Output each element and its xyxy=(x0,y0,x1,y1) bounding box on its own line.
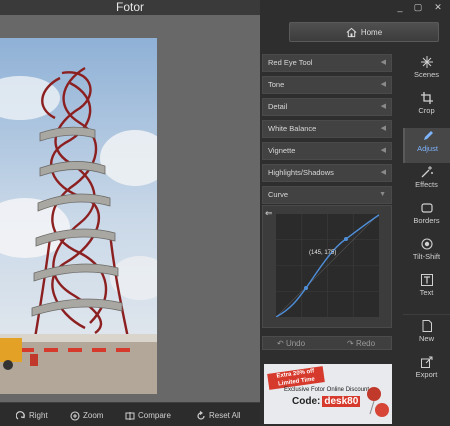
compare-button[interactable]: Compare xyxy=(125,409,171,423)
section-label: Vignette xyxy=(268,146,296,155)
new-file-icon xyxy=(422,320,432,332)
tool-rail-divider xyxy=(403,314,450,315)
tool-adjust[interactable]: Adjust xyxy=(403,128,450,163)
section-curve[interactable]: Curve ▼ xyxy=(262,186,392,204)
discount-ad-banner[interactable]: Extra 20% off Limited Time Exclusive Fot… xyxy=(264,364,392,424)
collapse-arrow-icon: ◀ xyxy=(380,59,386,66)
tool-label: Tilt-Shift xyxy=(412,252,441,261)
section-detail[interactable]: Detail ◀ xyxy=(262,98,392,116)
reset-all-button[interactable]: Reset All xyxy=(196,409,241,423)
section-tone[interactable]: Tone ◀ xyxy=(262,76,392,94)
tool-label: Export xyxy=(415,370,438,379)
redo-label: Redo xyxy=(355,339,376,348)
collapse-arrow-icon: ◀ xyxy=(380,147,386,154)
tool-label: Effects xyxy=(415,180,438,189)
ad-headline: Exclusive Fotor Online Discount xyxy=(284,387,370,393)
minimize-button[interactable]: _ xyxy=(390,0,410,15)
pushpin-icon xyxy=(367,387,389,417)
curve-reset-icon[interactable]: ⇐ xyxy=(265,208,276,218)
rotate-right-button[interactable]: Right xyxy=(16,409,48,423)
expand-arrow-icon: ▼ xyxy=(379,191,386,198)
ad-code-value: desk80 xyxy=(322,396,361,407)
close-button[interactable]: ✕ xyxy=(428,0,448,15)
curve-graph[interactable] xyxy=(276,214,379,317)
zoom-icon xyxy=(70,411,80,421)
collapse-arrow-icon: ◀ xyxy=(380,103,386,110)
redo-icon: ↷ xyxy=(347,339,356,348)
tool-label: New xyxy=(418,334,434,343)
compare-label: Compare xyxy=(138,411,171,420)
undo-icon: ↶ xyxy=(277,339,286,348)
undo-redo-bar: ↶ Undo ↷ Redo xyxy=(262,336,392,350)
rotate-right-icon xyxy=(16,411,25,420)
zoom-button[interactable]: Zoom xyxy=(70,409,103,423)
border-frame-icon xyxy=(420,203,433,213)
tool-label: Adjust xyxy=(417,144,438,153)
tool-export[interactable]: Export xyxy=(403,354,450,389)
collapse-arrow-icon: ◀ xyxy=(380,169,386,176)
curve-point[interactable] xyxy=(304,286,308,290)
tool-effects[interactable]: Effects xyxy=(403,164,450,199)
section-vignette[interactable]: Vignette ◀ xyxy=(262,142,392,160)
photo-image[interactable] xyxy=(0,38,157,394)
section-white-balance[interactable]: White Balance ◀ xyxy=(262,120,392,138)
ad-code-label: Code: xyxy=(292,396,321,407)
tool-crop[interactable]: Crop xyxy=(403,90,450,125)
sparkle-icon xyxy=(420,56,433,68)
undo-button[interactable]: ↶ Undo xyxy=(277,337,305,350)
bottom-toolbar: Right Zoom Compare Reset All xyxy=(0,402,260,426)
curve-editor: ⇐ (145, 175) xyxy=(262,205,392,328)
tool-label: Borders xyxy=(413,216,440,225)
tilt-shift-icon xyxy=(420,238,433,250)
maximize-button[interactable]: ▢ xyxy=(408,0,428,15)
zoom-label: Zoom xyxy=(83,411,104,420)
collapse-arrow-icon: ◀ xyxy=(380,81,386,88)
collapse-arrow-icon: ◀ xyxy=(380,125,386,132)
crop-icon xyxy=(420,92,433,104)
curve-readout: (145, 175) xyxy=(309,250,337,256)
pencil-icon xyxy=(423,131,433,140)
export-icon xyxy=(420,356,432,368)
tool-borders[interactable]: Borders xyxy=(403,200,450,235)
section-label: Highlights/Shadows xyxy=(268,168,334,177)
rotate-right-label: Right xyxy=(29,411,48,420)
text-icon xyxy=(420,274,433,286)
title-bar: Fotor xyxy=(0,0,260,15)
section-label: Red Eye Tool xyxy=(268,58,313,67)
home-button[interactable]: Home xyxy=(289,22,439,42)
section-label: Curve xyxy=(268,190,289,199)
home-icon xyxy=(346,27,357,37)
window-controls: _ ▢ ✕ xyxy=(360,0,450,15)
redo-button[interactable]: ↷ Redo xyxy=(347,337,375,350)
section-label: White Balance xyxy=(268,124,317,133)
tool-label: Scenes xyxy=(413,70,440,79)
tool-text[interactable]: Text xyxy=(403,272,450,307)
reset-icon xyxy=(197,411,205,420)
reset-all-label: Reset All xyxy=(209,411,241,420)
undo-label: Undo xyxy=(285,339,306,348)
section-label: Tone xyxy=(268,80,285,89)
magic-wand-icon xyxy=(421,166,433,178)
curve-point[interactable] xyxy=(344,237,348,241)
compare-icon xyxy=(125,412,135,420)
tool-label: Crop xyxy=(418,106,435,115)
section-red-eye[interactable]: Red Eye Tool ◀ xyxy=(262,54,392,72)
orbit-tower-photo xyxy=(0,38,157,394)
section-label: Detail xyxy=(268,102,288,111)
tool-scenes[interactable]: Scenes xyxy=(403,54,450,89)
home-label: Home xyxy=(360,27,383,37)
section-highlights-shadows[interactable]: Highlights/Shadows ◀ xyxy=(262,164,392,182)
app-title: Fotor xyxy=(115,0,144,14)
tool-tilt-shift[interactable]: Tilt-Shift xyxy=(403,236,450,271)
ad-code: Code: desk80 xyxy=(292,396,361,407)
tool-new[interactable]: New xyxy=(403,318,450,353)
tool-label: Text xyxy=(419,288,434,297)
